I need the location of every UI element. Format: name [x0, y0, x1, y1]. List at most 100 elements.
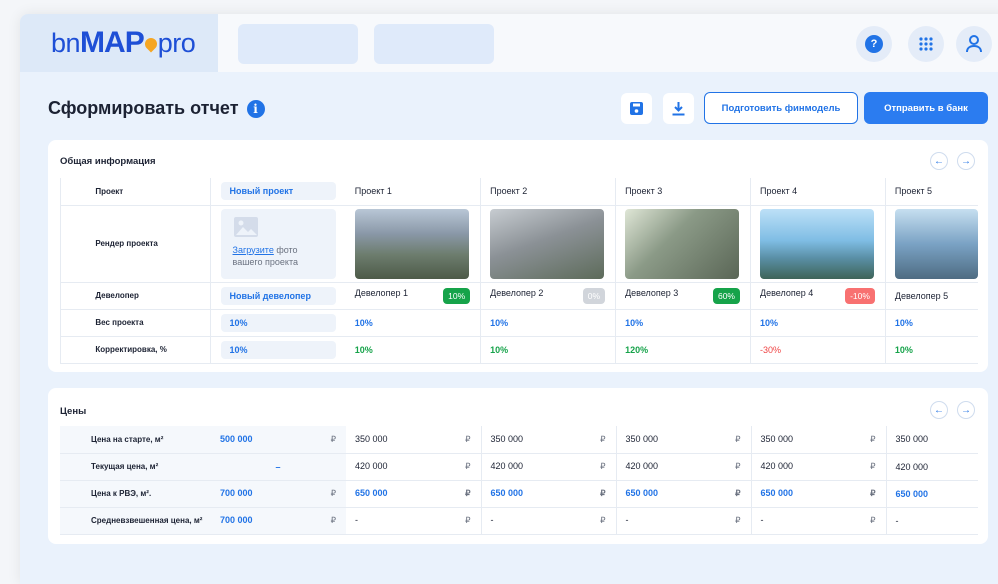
image-icon [233, 216, 258, 237]
price-weighted: - [355, 515, 358, 525]
currency-sign: ₽ [870, 461, 876, 471]
user-icon [966, 35, 982, 53]
price-current: 420 000 [760, 461, 794, 471]
prepare-finmodel-button[interactable]: Подготовить финмодель [704, 92, 858, 124]
currency-sign: ₽ [600, 515, 606, 525]
table-row: Корректировка, % 10% 10% 10% 120% -30% 1… [60, 336, 978, 364]
price-current: 420 000 [355, 461, 388, 471]
label-price-rve: Цена к РВЭ, м². [88, 480, 210, 508]
label-developer: Девелопер [88, 282, 211, 310]
download-icon [672, 102, 685, 116]
prices-table: Цена на старте, м² 500 000 ₽ 350 000 ₽ 350… [60, 426, 978, 535]
project-name: Проект 5 [884, 178, 978, 206]
price-weighted: - [895, 515, 899, 526]
logo[interactable]: bn MAP pro [20, 14, 218, 72]
price-weighted: - [625, 515, 629, 525]
correction-value: 10% [480, 336, 616, 364]
table-row: Средневзвешенная цена, м² 700 000 ₽ - ₽ - ₽… [60, 507, 978, 535]
currency-sign: ₽ [600, 488, 606, 498]
label-render: Рендер проекта [88, 205, 211, 283]
currency-sign: ₽ [735, 488, 741, 498]
scroll-right-button[interactable]: → [957, 152, 975, 170]
label-price-weighted: Средневзвешенная цена, м² [88, 507, 210, 535]
price-current: 420 000 [490, 461, 524, 471]
upload-photo-area[interactable]: Загрузите фото вашего проекта [220, 208, 336, 279]
currency-sign: ₽ [465, 515, 471, 525]
correction-value: 10% [345, 336, 481, 364]
table-row: Текущая цена, м² – 420 000 ₽ 420 000 ₽ 420… [60, 453, 978, 481]
developer-name: Девелопер 5 [894, 290, 949, 301]
correction-value: 10% [884, 336, 978, 364]
apps-button[interactable] [908, 26, 944, 62]
price-rve: 650 000 [625, 488, 659, 498]
nav-placeholder-1[interactable] [238, 24, 358, 64]
new-developer[interactable]: Новый девелопер [220, 286, 336, 305]
price-rve: 650 000 [760, 488, 794, 498]
currency-sign: ₽ [870, 515, 876, 525]
label-price-start: Цена на старте, м² [88, 426, 210, 454]
price-current: 420 000 [625, 461, 659, 471]
new-price-start[interactable]: 500 000 [220, 434, 253, 444]
app-window: bn MAP pro ? Сформировать отчет i Подгот… [20, 14, 998, 584]
developer-name: Девелопер 4 [759, 287, 814, 298]
weight-value: 10% [480, 309, 616, 337]
correction-value: -30% [749, 336, 886, 364]
new-correction[interactable]: 10% [220, 340, 336, 359]
price-start: 350 000 [355, 433, 388, 444]
save-button[interactable] [621, 93, 652, 124]
help-button[interactable]: ? [856, 26, 892, 62]
weight-value: 10% [884, 309, 978, 337]
price-weighted: - [490, 515, 494, 525]
page-header: Сформировать отчет i [48, 98, 265, 119]
weight-value: 10% [749, 309, 886, 337]
city-photo-5 [894, 208, 978, 279]
scroll-left-button[interactable]: ← [930, 401, 948, 419]
currency-sign: ₽ [465, 488, 471, 498]
new-price-rve[interactable]: 700 000 [220, 488, 253, 498]
table-row: Цена к РВЭ, м². 700 000 ₽ 650 000 ₽ 650 00… [60, 480, 978, 508]
info-icon[interactable]: i [246, 99, 265, 118]
new-price-current[interactable]: – [275, 462, 280, 472]
label-project: Проект [88, 178, 211, 206]
new-price-weighted[interactable]: 700 000 [220, 515, 253, 525]
city-photo-1 [354, 208, 469, 279]
price-rve: 650 000 [355, 488, 388, 498]
upload-link[interactable]: Загрузите [233, 245, 274, 255]
currency-sign: ₽ [330, 488, 336, 498]
project-name: Проект 2 [480, 178, 616, 206]
scroll-right-button[interactable]: → [957, 401, 975, 419]
currency-sign: ₽ [870, 488, 876, 498]
price-weighted: - [760, 515, 764, 525]
project-name: Проект 3 [615, 178, 751, 206]
price-start: 350 000 [895, 434, 929, 445]
scroll-left-button[interactable]: ← [930, 152, 948, 170]
download-button[interactable] [663, 93, 694, 124]
label-correction: Корректировка, % [88, 336, 211, 364]
weight-value: 10% [615, 309, 751, 337]
table-row: Девелопер Новый девелопер Девелопер 1 10%… [60, 282, 978, 310]
arrow-right-icon: → [961, 404, 971, 416]
save-icon [630, 102, 643, 115]
logo-text-pro: pro [157, 28, 196, 58]
page-title: Сформировать отчет [48, 98, 239, 118]
prices-card: Цены ← → Цена на старте, м² 500 000 ₽ 350… [48, 388, 988, 544]
city-photo-2 [490, 208, 605, 279]
currency-sign: ₽ [465, 461, 471, 471]
new-project-name[interactable]: Новый проект [220, 182, 336, 201]
nav-placeholder-2[interactable] [374, 24, 494, 64]
developer-name: Девелопер 2 [490, 287, 544, 298]
city-photo-4 [759, 208, 874, 279]
currency-sign: ₽ [735, 515, 741, 525]
send-to-bank-button[interactable]: Отправить в банк [864, 92, 988, 124]
developer-name: Девелопер 1 [354, 287, 408, 298]
currency-sign: ₽ [600, 433, 606, 444]
currency-sign: ₽ [870, 433, 876, 444]
profile-button[interactable] [956, 26, 992, 62]
new-weight[interactable]: 10% [220, 313, 336, 332]
weight-value: 10% [345, 309, 481, 337]
price-start: 350 000 [625, 433, 659, 444]
table-row: Вес проекта 10% 10% 10% 10% 10% 10% [60, 309, 978, 337]
developer-badge: -10% [845, 287, 875, 304]
arrow-right-icon: → [961, 155, 971, 167]
map-pin-icon [142, 35, 160, 53]
